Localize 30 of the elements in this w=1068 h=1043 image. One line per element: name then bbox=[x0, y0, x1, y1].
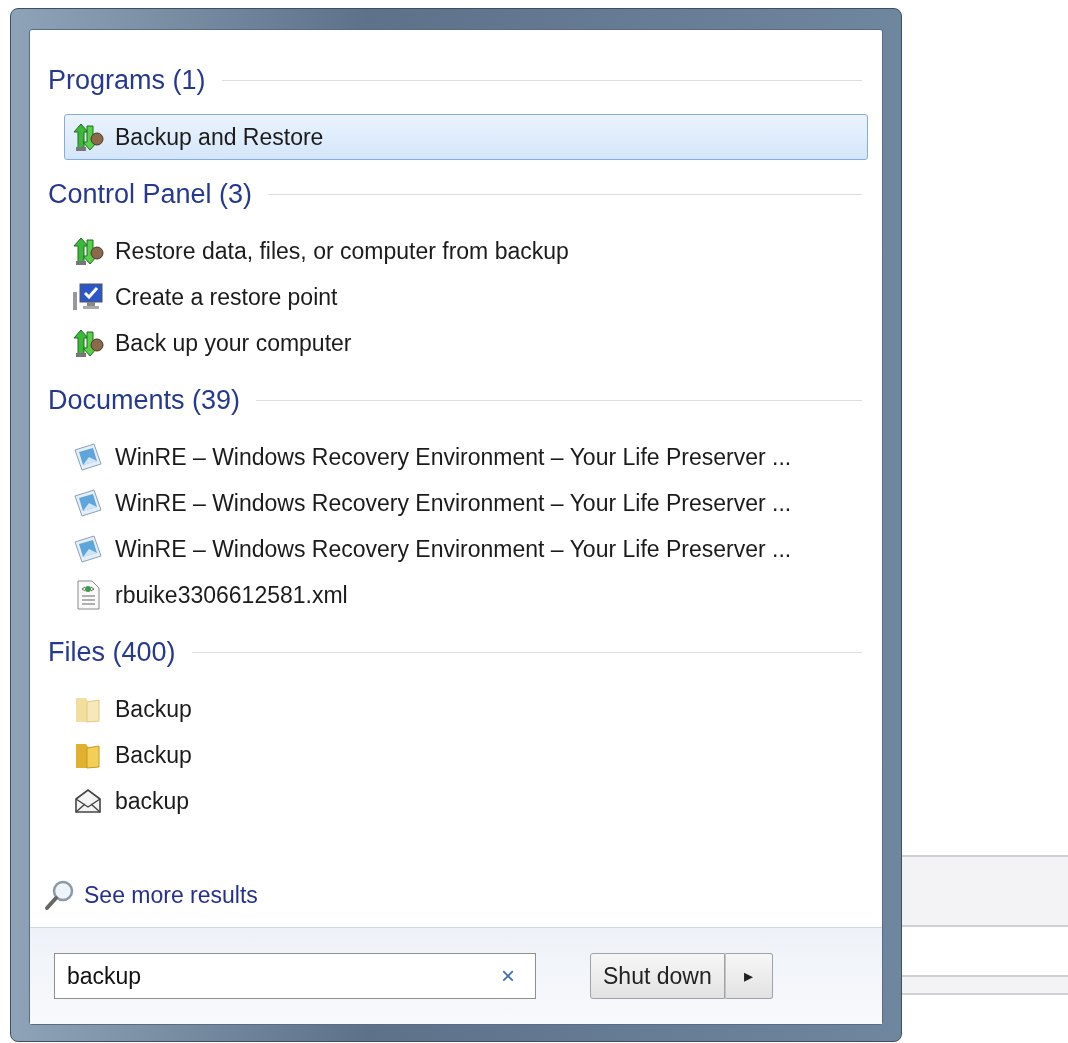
see-more-results-link[interactable]: See more results bbox=[84, 881, 258, 909]
result-item[interactable]: WinRE – Windows Recovery Environment – Your Life Preserver ... bbox=[64, 480, 868, 526]
result-item[interactable]: backup bbox=[64, 778, 868, 824]
section-heading: Programs (1) bbox=[48, 64, 206, 96]
result-item[interactable]: rbuike3306612581.xml bbox=[64, 572, 868, 618]
monitor-icon bbox=[72, 282, 104, 312]
image-document-icon bbox=[72, 534, 104, 564]
result-item[interactable]: Restore data, files, or computer from backup bbox=[64, 228, 868, 274]
envelope-icon bbox=[73, 786, 103, 816]
image-document-icon bbox=[72, 442, 104, 472]
result-item[interactable]: Backup bbox=[64, 732, 868, 778]
result-item[interactable]: WinRE – Windows Recovery Environment – Your Life Preserver ... bbox=[64, 434, 868, 480]
section-heading: Files (400) bbox=[48, 636, 176, 668]
search-field[interactable]: backup × bbox=[54, 953, 536, 999]
result-item[interactable]: WinRE – Windows Recovery Environment – Your Life Preserver ... bbox=[64, 526, 868, 572]
backup-icon bbox=[72, 236, 104, 266]
section-heading: Control Panel (3) bbox=[48, 178, 253, 210]
shut-down-options-button[interactable]: ▸ bbox=[724, 953, 773, 999]
xml-file-icon bbox=[74, 580, 102, 610]
result-item[interactable]: Create a restore point bbox=[64, 274, 868, 320]
image-document-icon bbox=[72, 488, 104, 518]
section-heading: Documents (39) bbox=[48, 384, 241, 416]
result-item[interactable]: Back up your computer bbox=[64, 320, 868, 366]
backup-icon bbox=[72, 122, 104, 152]
result-item[interactable]: Backup bbox=[64, 686, 868, 732]
clear-button[interactable]: × bbox=[491, 962, 525, 990]
search-icon bbox=[44, 879, 76, 911]
shut-down-button[interactable]: Shut down bbox=[590, 953, 725, 999]
backup-icon bbox=[72, 328, 104, 358]
result-item[interactable]: Backup and Restore bbox=[64, 114, 868, 160]
